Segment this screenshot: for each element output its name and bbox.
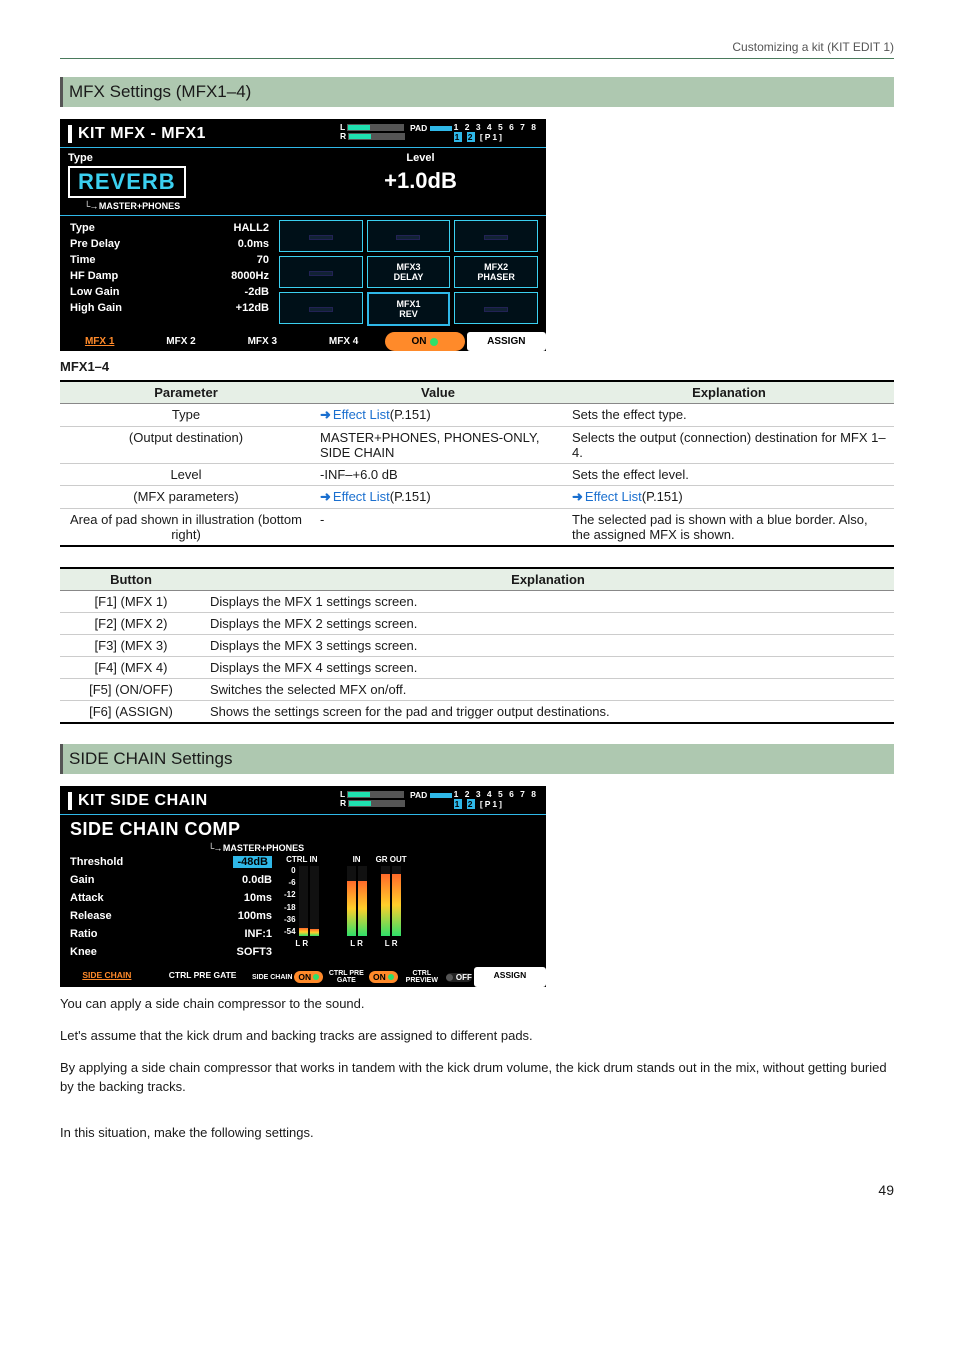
lcd-tabbar: MFX 1 MFX 2 MFX 3 MFX 4 ON ASSIGN bbox=[60, 332, 546, 351]
tab-on[interactable]: ON bbox=[385, 332, 464, 351]
body-text: Let's assume that the kick drum and back… bbox=[60, 1027, 894, 1045]
breadcrumb: Customizing a kit (KIT EDIT 1) bbox=[60, 40, 894, 54]
mfx-param-list: TypeHALL2 Pre Delay0.0ms Time70 HF Damp8… bbox=[68, 220, 273, 326]
lcd-kit-mfx: L R PAD 1 2 3 4 5 6 7 8 1 2 [P1] KIT MFX… bbox=[60, 119, 546, 351]
level-label: Level bbox=[303, 152, 538, 164]
mfx-slot-grid: MFX3DELAY MFX2PHASER MFX1REV bbox=[273, 220, 538, 326]
off-dot-icon bbox=[446, 974, 453, 981]
tab-sidechain-toggle[interactable]: SIDE CHAIN ON bbox=[252, 967, 324, 987]
lcd-title: KIT MFX - MFX1 bbox=[78, 125, 206, 143]
on-dot-icon bbox=[430, 338, 438, 346]
table-row: [F2] (MFX 2)Displays the MFX 2 settings … bbox=[60, 613, 894, 635]
effect-list-link[interactable]: Effect List bbox=[333, 489, 390, 504]
on-dot-icon bbox=[388, 974, 394, 980]
table-row: (MFX parameters) ➜Effect List(P.151) ➜Ef… bbox=[60, 486, 894, 509]
tab-mfx2[interactable]: MFX 2 bbox=[141, 332, 220, 351]
mfx-button-table: Button Explanation [F1] (MFX 1)Displays … bbox=[60, 567, 894, 724]
tab-sidechain[interactable]: SIDE CHAIN bbox=[60, 967, 154, 987]
type-value: REVERB bbox=[68, 166, 186, 198]
page-number: 49 bbox=[60, 1182, 894, 1198]
table-row: [F1] (MFX 1)Displays the MFX 1 settings … bbox=[60, 591, 894, 613]
body-text: By applying a side chain compressor that… bbox=[60, 1059, 894, 1095]
body-text: You can apply a side chain compressor to… bbox=[60, 995, 894, 1013]
pad-indicator: PAD bbox=[410, 790, 452, 800]
table-row: Area of pad shown in illustration (botto… bbox=[60, 509, 894, 547]
lr-meter: L R bbox=[340, 123, 405, 141]
type-label: Type bbox=[68, 152, 303, 164]
header-rule bbox=[60, 58, 894, 59]
tab-ctrl-preview-toggle[interactable]: CTRL PREVIEW OFF bbox=[400, 967, 472, 987]
output-dest: MASTER+PHONES bbox=[84, 201, 303, 211]
table-row: Type ➜Effect List(P.151) Sets the effect… bbox=[60, 404, 894, 427]
arrow-icon: ➜ bbox=[320, 489, 331, 504]
mfx-param-table: Parameter Value Explanation Type ➜Effect… bbox=[60, 380, 894, 547]
on-dot-icon bbox=[313, 974, 319, 980]
sc-param-list: Threshold-48dB Gain0.0dB Attack10ms Rele… bbox=[68, 853, 278, 961]
tab-assign[interactable]: ASSIGN bbox=[467, 332, 546, 351]
output-dest: MASTER+PHONES bbox=[208, 843, 538, 853]
lcd-title: KIT SIDE CHAIN bbox=[78, 792, 208, 810]
table-row: [F3] (MFX 3)Displays the MFX 3 settings … bbox=[60, 635, 894, 657]
tab-mfx3[interactable]: MFX 3 bbox=[223, 332, 302, 351]
tab-mfx4[interactable]: MFX 4 bbox=[304, 332, 383, 351]
table-row: (Output destination) MASTER+PHONES, PHON… bbox=[60, 427, 894, 464]
tab-mfx1[interactable]: MFX 1 bbox=[60, 332, 139, 351]
tab-ctrl-pregate-toggle[interactable]: CTRL PRE GATE ON bbox=[326, 967, 398, 987]
sc-comp-title: SIDE CHAIN COMP bbox=[70, 819, 538, 840]
arrow-icon: ➜ bbox=[572, 489, 583, 504]
level-value: +1.0dB bbox=[303, 168, 538, 194]
pad-grid: 1 2 3 4 5 6 7 8 1 2 [P1] bbox=[454, 789, 538, 809]
lr-meter: L R bbox=[340, 790, 405, 808]
effect-list-link[interactable]: Effect List bbox=[585, 489, 642, 504]
lcd-side-chain: L R PAD 1 2 3 4 5 6 7 8 1 2 [P1] KIT SID… bbox=[60, 786, 546, 987]
table-row: [F4] (MFX 4)Displays the MFX 4 settings … bbox=[60, 657, 894, 679]
sc-meters: CTRL IN 0-6-12-18-36-54 L R IN L R bbox=[278, 853, 538, 961]
lcd-tabbar: SIDE CHAIN CTRL PRE GATE SIDE CHAIN ON C… bbox=[60, 967, 546, 987]
tab-ctrl-pregate[interactable]: CTRL PRE GATE bbox=[156, 967, 250, 987]
section-heading-mfx: MFX Settings (MFX1–4) bbox=[60, 77, 894, 107]
body-text: In this situation, make the following se… bbox=[60, 1124, 894, 1142]
table-row: Level -INF–+6.0 dB Sets the effect level… bbox=[60, 464, 894, 486]
table-row: [F5] (ON/OFF)Switches the selected MFX o… bbox=[60, 679, 894, 701]
arrow-icon: ➜ bbox=[320, 407, 331, 422]
table-row: [F6] (ASSIGN)Shows the settings screen f… bbox=[60, 701, 894, 724]
pad-grid: 1 2 3 4 5 6 7 8 1 2 [P1] bbox=[454, 122, 538, 142]
tab-assign[interactable]: ASSIGN bbox=[474, 967, 546, 987]
pad-indicator: PAD bbox=[410, 123, 452, 133]
section-heading-sidechain: SIDE CHAIN Settings bbox=[60, 744, 894, 774]
mfx14-subheading: MFX1–4 bbox=[60, 359, 894, 374]
effect-list-link[interactable]: Effect List bbox=[333, 407, 390, 422]
